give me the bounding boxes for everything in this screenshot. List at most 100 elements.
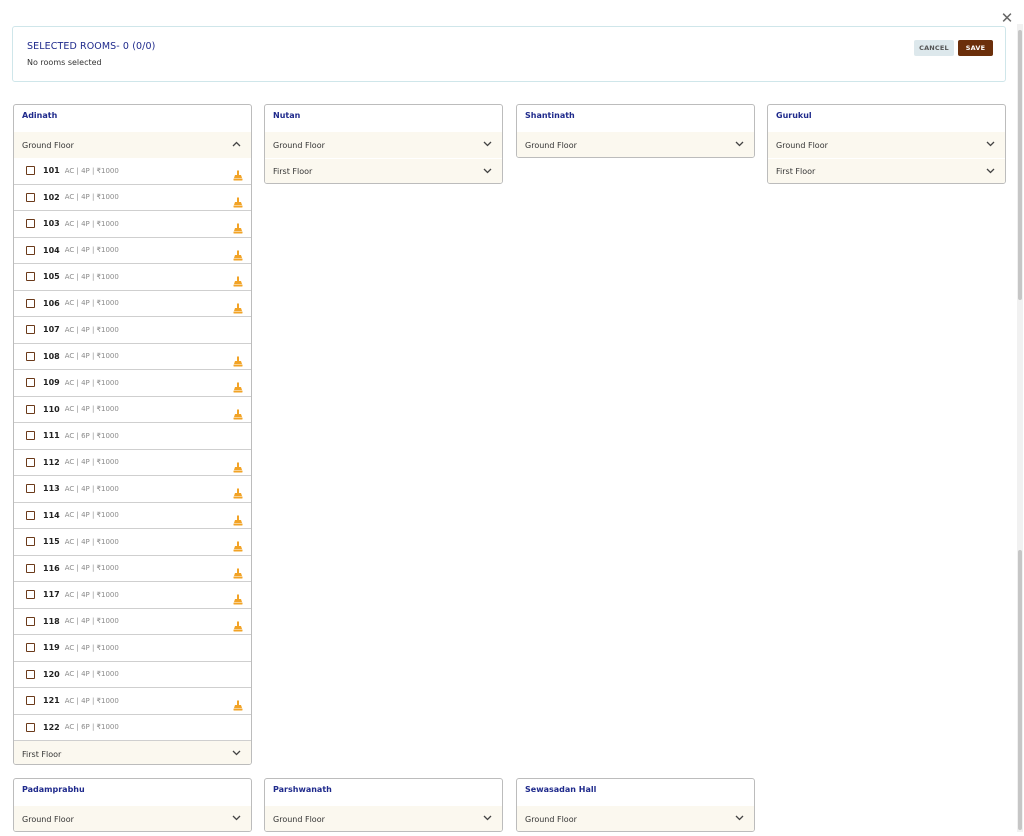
floor-header-ground[interactable]: Ground Floor: [265, 806, 502, 831]
room-checkbox[interactable]: [26, 404, 35, 414]
room-row[interactable]: 120 AC | 4P | ₹1000: [14, 662, 251, 688]
broom-icon: [233, 405, 243, 419]
room-row[interactable]: 112 AC | 4P | ₹1000: [14, 450, 251, 476]
building-name: Nutan: [273, 111, 301, 120]
room-checkbox[interactable]: [26, 563, 35, 573]
room-checkbox[interactable]: [26, 219, 35, 229]
room-checkbox[interactable]: [26, 669, 35, 679]
selected-rooms-panel: SELECTED ROOMS- 0 (0/0) No rooms selecte…: [12, 26, 1006, 82]
chevron-down-icon: [482, 141, 492, 149]
building-card-gurukul: Gurukul Ground Floor First Floor: [767, 104, 1006, 184]
floor-header-ground[interactable]: Ground Floor: [14, 806, 251, 831]
room-number: 113: [43, 484, 60, 494]
room-details: AC | 4P | ₹1000: [64, 696, 119, 705]
room-row[interactable]: 105 AC | 4P | ₹1000: [14, 264, 251, 291]
broom-icon: [233, 617, 243, 631]
room-number: 114: [43, 510, 60, 520]
room-number: 102: [43, 192, 60, 202]
room-row[interactable]: 102 AC | 4P | ₹1000: [14, 185, 251, 211]
room-row[interactable]: 122 AC | 6P | ₹1000: [14, 715, 251, 741]
room-checkbox[interactable]: [26, 643, 35, 653]
room-details: AC | 4P | ₹1000: [64, 537, 119, 546]
room-row[interactable]: 111 AC | 6P | ₹1000: [14, 423, 251, 450]
floor-header-first[interactable]: First Floor: [14, 741, 251, 764]
room-details: AC | 4P | ₹1000: [64, 643, 119, 652]
room-checkbox[interactable]: [26, 192, 35, 202]
floor-header-ground[interactable]: Ground Floor: [14, 132, 251, 158]
room-row[interactable]: 115 AC | 4P | ₹1000: [14, 529, 251, 556]
room-row[interactable]: 114 AC | 4P | ₹1000: [14, 503, 251, 529]
scrollbar-thumb[interactable]: [1018, 30, 1022, 300]
room-details: AC | 4P | ₹1000: [64, 299, 119, 308]
broom-icon: [233, 378, 243, 393]
room-row[interactable]: 108 AC | 4P | ₹1000: [14, 344, 251, 370]
room-row[interactable]: 101 AC | 4P | ₹1000: [14, 158, 251, 185]
room-checkbox[interactable]: [26, 537, 35, 547]
room-number: 101: [43, 166, 60, 176]
room-number: 103: [43, 219, 60, 229]
room-checkbox[interactable]: [26, 272, 35, 282]
room-details: AC | 4P | ₹1000: [64, 670, 119, 679]
room-row[interactable]: 113 AC | 4P | ₹1000: [14, 476, 251, 503]
room-checkbox[interactable]: [26, 484, 35, 494]
room-row[interactable]: 103 AC | 4P | ₹1000: [14, 211, 251, 238]
room-row[interactable]: 106 AC | 4P | ₹1000: [14, 291, 251, 317]
room-checkbox[interactable]: [26, 722, 35, 732]
room-checkbox[interactable]: [26, 616, 35, 626]
room-checkbox[interactable]: [26, 378, 35, 388]
room-row[interactable]: 109 AC | 4P | ₹1000: [14, 370, 251, 397]
building-card-sewasadan-hall: Sewasadan Hall Ground Floor: [516, 778, 755, 832]
chevron-down-icon: [985, 168, 995, 176]
room-details: AC | 6P | ₹1000: [64, 723, 119, 732]
floor-header-ground[interactable]: Ground Floor: [768, 132, 1005, 158]
room-checkbox[interactable]: [26, 351, 35, 361]
room-number: 117: [43, 590, 60, 600]
floor-label: Ground Floor: [525, 814, 577, 824]
room-details: AC | 4P | ₹1000: [64, 564, 119, 573]
floor-header-ground[interactable]: Ground Floor: [517, 132, 754, 157]
floor-header-ground[interactable]: Ground Floor: [517, 806, 754, 831]
floor-header-first[interactable]: First Floor: [768, 158, 1005, 183]
room-checkbox[interactable]: [26, 325, 35, 335]
room-number: 107: [43, 325, 60, 335]
room-number: 122: [43, 722, 60, 732]
broom-icon: [233, 272, 243, 287]
room-row[interactable]: 104 AC | 4P | ₹1000: [14, 238, 251, 264]
building-card-parshwanath: Parshwanath Ground Floor: [264, 778, 503, 832]
room-checkbox[interactable]: [26, 298, 35, 308]
room-row[interactable]: 110 AC | 4P | ₹1000: [14, 397, 251, 423]
broom-icon: [233, 511, 243, 525]
building-card-nutan: Nutan Ground Floor First Floor: [264, 104, 503, 184]
floor-label: Ground Floor: [273, 814, 325, 824]
room-number: 104: [43, 245, 60, 255]
room-checkbox[interactable]: [26, 166, 35, 176]
room-number: 112: [43, 457, 60, 467]
close-icon[interactable]: ✕: [998, 9, 1016, 27]
room-row[interactable]: 107 AC | 4P | ₹1000: [14, 317, 251, 344]
room-details: AC | 4P | ₹1000: [64, 246, 119, 255]
save-button[interactable]: SAVE: [958, 40, 993, 56]
room-row[interactable]: 117 AC | 4P | ₹1000: [14, 582, 251, 609]
room-checkbox[interactable]: [26, 457, 35, 467]
scrollbar-thumb[interactable]: [1018, 550, 1022, 830]
room-row[interactable]: 121 AC | 4P | ₹1000: [14, 688, 251, 715]
room-list: 101 AC | 4P | ₹1000 102 AC | 4P | ₹1000 103 A…: [14, 158, 251, 741]
room-row[interactable]: 118 AC | 4P | ₹1000: [14, 609, 251, 635]
floor-label: First Floor: [22, 749, 62, 759]
room-number: 120: [43, 669, 60, 679]
broom-icon: [233, 193, 243, 207]
selected-rooms-title: SELECTED ROOMS- 0 (0/0): [27, 41, 156, 52]
room-checkbox[interactable]: [26, 510, 35, 520]
cancel-button[interactable]: CANCEL: [914, 40, 954, 56]
room-checkbox[interactable]: [26, 431, 35, 441]
room-row[interactable]: 119 AC | 4P | ₹1000: [14, 635, 251, 662]
room-checkbox[interactable]: [26, 245, 35, 255]
building-name: Shantinath: [525, 111, 575, 120]
room-details: AC | 4P | ₹1000: [64, 590, 119, 599]
floor-header-first[interactable]: First Floor: [265, 158, 502, 183]
room-checkbox[interactable]: [26, 696, 35, 706]
room-row[interactable]: 116 AC | 4P | ₹1000: [14, 556, 251, 582]
chevron-down-icon: [985, 141, 995, 149]
floor-header-ground[interactable]: Ground Floor: [265, 132, 502, 158]
room-checkbox[interactable]: [26, 590, 35, 600]
